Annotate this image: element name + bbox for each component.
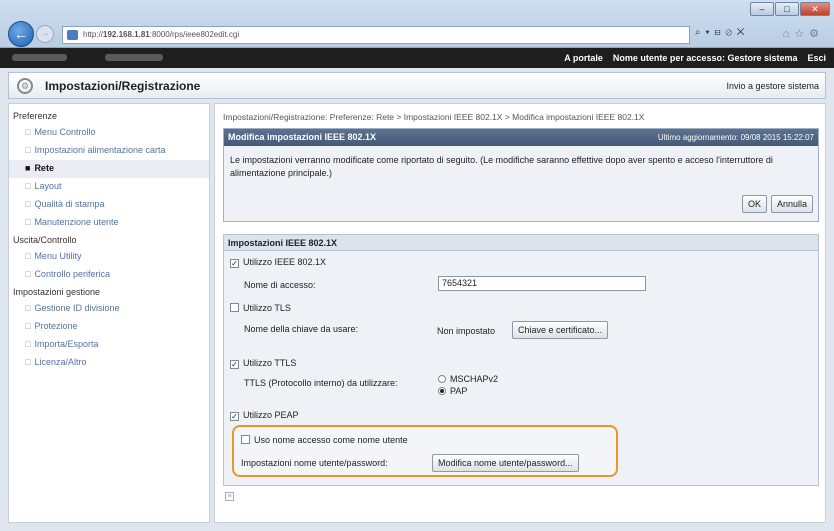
address-tools[interactable]: ⌕ ▾ ⊟ ⊘ ✕ [695, 27, 745, 38]
settings-section-title: Impostazioni IEEE 802.1X [224, 235, 818, 251]
device-model-redacted [105, 54, 163, 61]
cancel-button[interactable]: Annulla [770, 195, 813, 213]
home-icon: ⌂ [782, 28, 795, 40]
user-label: Nome utente per accesso: Gestore sistema [612, 53, 798, 63]
sidebar-item-menu-controllo[interactable]: □ Menu Controllo [9, 124, 209, 142]
ttls-option-pap[interactable]: PAP [438, 386, 467, 396]
url-prefix: http:// [83, 30, 104, 39]
use-tls-checkbox[interactable] [230, 303, 239, 312]
maximize-button[interactable]: □ [775, 2, 799, 16]
url-host: 192.168.1.81 [103, 30, 150, 39]
bullet-icon: □ [25, 251, 31, 261]
ok-button[interactable]: OK [741, 195, 767, 213]
sidebar-item-paper-feed[interactable]: □ Impostazioni alimentazione carta [9, 142, 209, 160]
use-ieee-row: ✓ Utilizzo IEEE 802.1X [230, 257, 326, 268]
logout-link[interactable]: Esci [807, 48, 826, 68]
bullet-icon: □ [25, 269, 31, 279]
sidebar-section-output: Uscita/Controllo [13, 235, 77, 245]
sidebar-item-license[interactable]: □ Licenza/Altro [9, 354, 209, 372]
sidebar-item-print-quality[interactable]: □ Qualità di stampa [9, 196, 209, 214]
mschapv2-radio[interactable] [438, 375, 446, 383]
sidebar-section-preferences: Preferenze [13, 111, 58, 121]
device-name-redacted [12, 54, 67, 61]
info-message: Le impostazioni verranno modificate come… [230, 155, 773, 178]
key-certificate-button[interactable]: Chiave e certificato... [512, 321, 609, 339]
bullet-icon: □ [25, 199, 31, 209]
favorites-star-icon: ☆ [794, 28, 810, 40]
login-name-input[interactable]: 7654321 [438, 276, 646, 291]
main-content: Impostazioni/Registrazione: Preferenze: … [214, 103, 826, 523]
breadcrumb: Impostazioni/Registrazione: Preferenze: … [223, 112, 645, 122]
bullet-icon: □ [25, 303, 31, 313]
sidebar-item-user-maintenance[interactable]: □ Manutenzione utente [9, 214, 209, 232]
bullet-icon: ■ [25, 163, 31, 173]
ttls-protocol-label: TTLS (Protocollo interno) da utilizzare: [244, 378, 398, 388]
use-ttls-label: Utilizzo TTLS [243, 358, 297, 368]
pap-radio[interactable] [438, 387, 446, 395]
last-updated: Ultimo aggiornamento: 09/08 2015 15:22:0… [657, 133, 814, 142]
bullet-icon: □ [25, 145, 31, 155]
user-password-label: Impostazioni nome utente/password: [241, 458, 388, 468]
edit-panel-title: Modifica impostazioni IEEE 802.1X [228, 132, 377, 142]
edit-user-password-button[interactable]: Modifica nome utente/password... [432, 454, 579, 472]
window-controls: – □ ✕ [750, 2, 830, 16]
bullet-icon: □ [25, 127, 31, 137]
bullet-icon: □ [25, 217, 31, 227]
use-tls-label: Utilizzo TLS [243, 303, 291, 313]
gear-icon: ⚙ [809, 28, 824, 40]
sidebar-item-department-id[interactable]: □ Gestione ID divisione [9, 300, 209, 318]
toolbar-icons[interactable]: ⌂☆⚙ [783, 27, 824, 40]
peap-highlight-box: Uso nome accesso come nome utente Impost… [232, 425, 618, 477]
page-title: Impostazioni/Registrazione [45, 79, 201, 93]
sidebar-item-menu-utility[interactable]: □ Menu Utility [9, 248, 209, 266]
page-top-icon[interactable]: ≡ [225, 492, 234, 501]
sidebar-item-security[interactable]: □ Protezione [9, 318, 209, 336]
sidebar: Preferenze □ Menu Controllo □ Impostazioni… [8, 103, 210, 523]
edit-panel: Modifica impostazioni IEEE 802.1X Ultimo… [223, 128, 819, 222]
sidebar-item-rete[interactable]: ■ Rete [9, 160, 209, 178]
url-path: :8000/rps/ieee802edit.cgi [149, 30, 240, 39]
sidebar-section-management: Impostazioni gestione [13, 287, 101, 297]
use-ttls-row: ✓ Utilizzo TTLS [230, 358, 296, 369]
sidebar-item-layout[interactable]: □ Layout [9, 178, 209, 196]
use-tls-row: Utilizzo TLS [230, 303, 291, 313]
forward-arrow-icon[interactable]: → [36, 25, 54, 43]
browser-chrome: – □ ✕ ← → http://192.168.1.81:8000/rps/i… [0, 0, 834, 48]
use-ieee-label: Utilizzo IEEE 802.1X [243, 257, 327, 267]
bullet-icon: □ [25, 357, 31, 367]
login-as-user-checkbox[interactable] [241, 435, 250, 444]
use-peap-checkbox[interactable]: ✓ [230, 412, 239, 421]
bullet-icon: □ [25, 181, 31, 191]
login-as-user-label: Uso nome accesso come nome utente [254, 435, 408, 445]
app-top-bar: A portale Nome utente per accesso: Gesto… [0, 48, 834, 68]
use-ieee-checkbox[interactable]: ✓ [230, 259, 239, 268]
bullet-icon: □ [25, 339, 31, 349]
use-ttls-checkbox[interactable]: ✓ [230, 360, 239, 369]
login-name-label: Nome di accesso: [244, 280, 316, 290]
use-peap-label: Utilizzo PEAP [243, 410, 299, 420]
ttls-option-mschapv2[interactable]: MSCHAPv2 [438, 374, 498, 384]
key-name-label: Nome della chiave da usare: [244, 324, 359, 334]
portal-link[interactable]: A portale [564, 48, 603, 68]
sidebar-item-device-control[interactable]: □ Controllo periferica [9, 266, 209, 284]
use-peap-row: ✓ Utilizzo PEAP [230, 410, 299, 421]
page-header: ⚙ Impostazioni/Registrazione Invio a ges… [8, 72, 826, 99]
back-arrow-icon[interactable]: ← [8, 21, 34, 47]
bullet-icon: □ [25, 321, 31, 331]
system-manager-link[interactable]: Invio a gestore sistema [726, 81, 819, 91]
address-bar[interactable]: http://192.168.1.81:8000/rps/ieee802edit… [62, 26, 690, 44]
page-favicon-icon [67, 30, 78, 40]
settings-gear-icon: ⚙ [17, 78, 33, 94]
minimize-button[interactable]: – [750, 2, 774, 16]
key-name-value: Non impostato [437, 326, 496, 336]
sidebar-item-import-export[interactable]: □ Importa/Esporta [9, 336, 209, 354]
edit-panel-header: Modifica impostazioni IEEE 802.1X Ultimo… [224, 129, 818, 146]
login-as-user-row: Uso nome accesso come nome utente [241, 435, 408, 445]
close-window-button[interactable]: ✕ [800, 2, 830, 16]
